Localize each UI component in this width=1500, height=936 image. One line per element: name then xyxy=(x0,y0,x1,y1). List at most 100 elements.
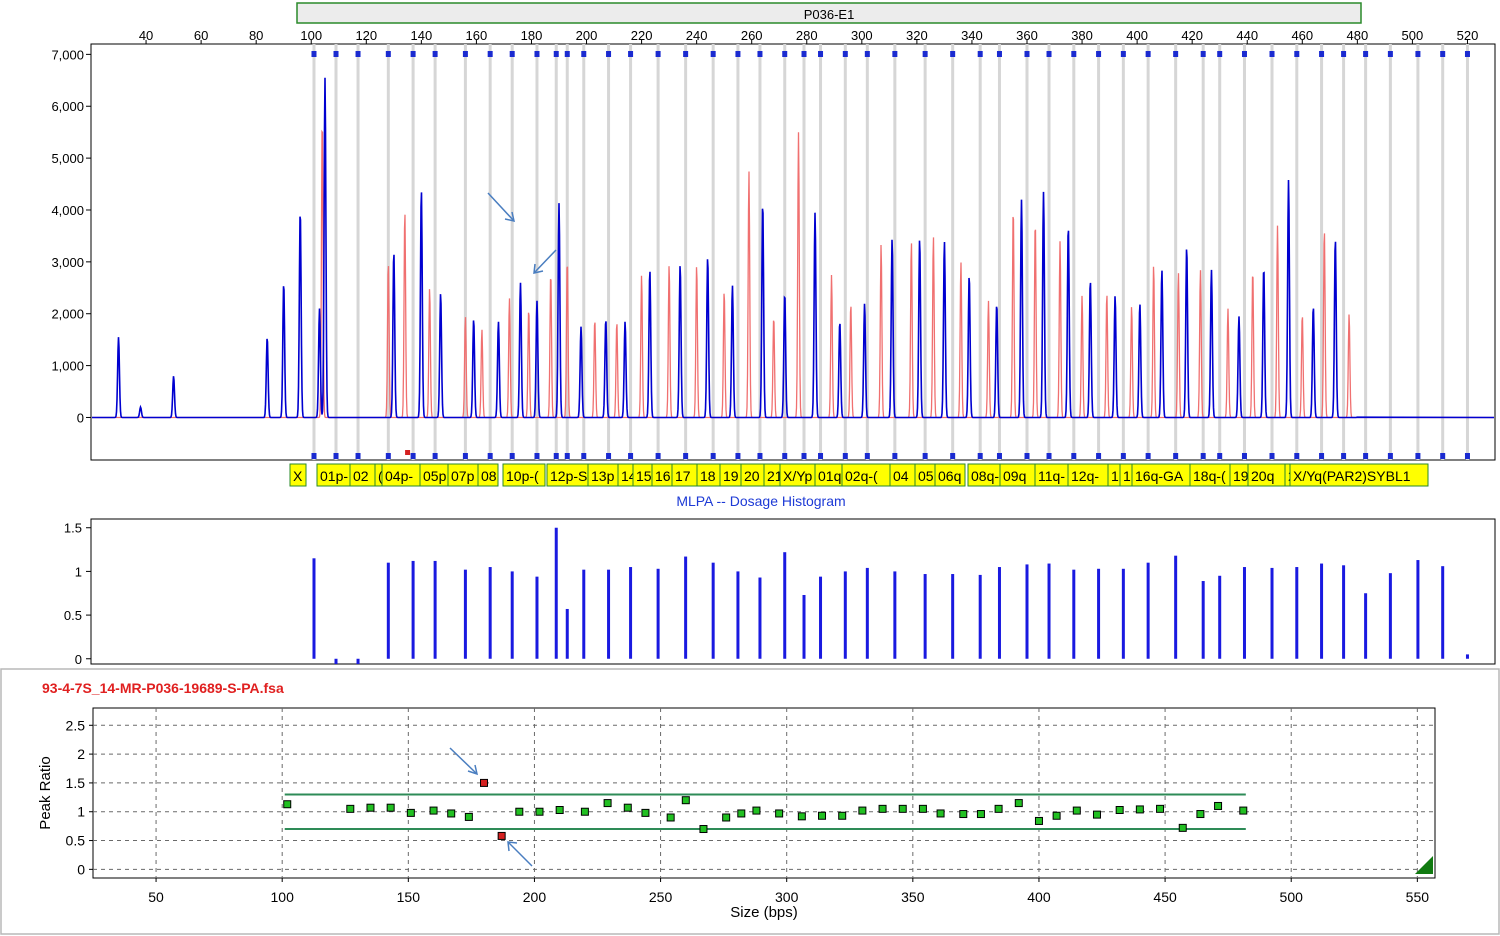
ratio-y-tick-label: 1.5 xyxy=(66,775,86,791)
probe-marker-top xyxy=(977,51,983,57)
probe-marker-bottom xyxy=(1319,453,1325,459)
dosage-bar xyxy=(736,571,740,659)
probe-marker-bottom xyxy=(564,453,570,459)
ratio-point xyxy=(603,799,612,808)
probe-marker-top xyxy=(410,51,416,57)
ratio-point xyxy=(818,811,827,820)
rfu-tick-label: 3,000 xyxy=(51,255,84,270)
probe-marker-top xyxy=(509,51,515,57)
ratio-point xyxy=(1135,805,1144,814)
ratio-plot-area[interactable] xyxy=(92,707,1436,879)
size-tick-label: 400 xyxy=(1126,28,1148,43)
probe-marker-bottom xyxy=(628,453,634,459)
probe-label: 16 xyxy=(655,468,671,484)
probe-label: 16q-GA xyxy=(1135,468,1184,484)
ratio-x-label: Size (bps) xyxy=(730,904,798,921)
dosage-bar xyxy=(582,569,586,659)
dosage-bar xyxy=(1146,562,1150,659)
probe-marker-bottom xyxy=(892,453,898,459)
probe-marker-bottom xyxy=(1241,453,1247,459)
dosage-bar xyxy=(565,608,569,659)
size-tick-label: 220 xyxy=(631,28,653,43)
dosage-bar xyxy=(463,569,467,659)
probe-marker-top xyxy=(996,51,1002,57)
dosage-bar xyxy=(893,571,897,659)
probe-label: 01q xyxy=(818,468,841,484)
size-tick-label: 180 xyxy=(521,28,543,43)
probe-label: 20 xyxy=(744,468,760,484)
probe-marker-top xyxy=(385,51,391,57)
probe-marker-top xyxy=(1415,51,1421,57)
probe-marker-top xyxy=(1241,51,1247,57)
dosage-bar xyxy=(535,576,539,659)
histogram-tick-label: 0 xyxy=(75,652,82,667)
mlpa-analysis-window: P036-E1 40 60 80 100 120 140 160 180 200 220 240 26… xyxy=(0,0,1500,936)
probe-marker-top xyxy=(864,51,870,57)
ratio-x-tick-label: 150 xyxy=(397,889,421,905)
probe-label: 18q-( xyxy=(1193,468,1226,484)
ratio-point xyxy=(681,796,690,805)
size-tick-label: 300 xyxy=(851,28,873,43)
probe-marker-top xyxy=(534,51,540,57)
probe-marker-top xyxy=(757,51,763,57)
size-tick-label: 500 xyxy=(1402,28,1424,43)
histogram-tick-label: 0.5 xyxy=(64,608,82,623)
ratio-x-tick-label: 300 xyxy=(775,889,799,905)
dosage-bar xyxy=(656,568,660,659)
probe-marker-bottom xyxy=(1387,453,1393,459)
probe-marker-top xyxy=(735,51,741,57)
histogram-tick-label: 1.5 xyxy=(64,521,82,536)
probe-marker-top xyxy=(710,51,716,57)
dosage-bar xyxy=(607,569,611,659)
dosage-bar xyxy=(488,567,492,659)
dosage-bar xyxy=(1342,565,1346,659)
dosage-bar xyxy=(1388,573,1392,659)
probe-label: 06q xyxy=(938,468,961,484)
ratio-point xyxy=(1072,806,1081,815)
dosage-bar xyxy=(865,567,869,659)
probe-marker-top xyxy=(782,51,788,57)
probe-label: 04p- xyxy=(385,468,413,484)
probe-marker-top xyxy=(606,51,612,57)
ratio-point xyxy=(1052,811,1061,820)
probe-label: X/Yp xyxy=(783,468,813,484)
probe-marker-top xyxy=(311,51,317,57)
dosage-bar xyxy=(1201,581,1205,659)
dosage-bar xyxy=(1121,568,1125,659)
probe-marker-top xyxy=(462,51,468,57)
probe-marker-bottom xyxy=(462,453,468,459)
probe-marker-bottom xyxy=(655,453,661,459)
probe-label: 18 xyxy=(700,468,716,484)
ratio-point xyxy=(752,806,761,815)
ratio-point xyxy=(447,809,456,818)
ratio-point xyxy=(555,806,564,814)
dosage-bar xyxy=(1097,568,1101,659)
ratio-point-abnormal xyxy=(479,778,488,787)
ratio-y-tick-label: 0.5 xyxy=(66,833,86,849)
dosage-bar xyxy=(1441,566,1445,659)
dosage-bar xyxy=(819,576,823,659)
ratio-point xyxy=(1092,810,1101,819)
dosage-bar xyxy=(951,574,955,659)
dosage-bar xyxy=(1174,555,1178,659)
size-tick-label: 80 xyxy=(249,28,263,43)
dosage-bar xyxy=(1072,569,1076,659)
probe-label: 12p-S xyxy=(550,468,587,484)
histogram-plot-area[interactable] xyxy=(90,518,1496,665)
ratio-y-tick-label: 2 xyxy=(77,746,85,762)
size-tick-label: 480 xyxy=(1347,28,1369,43)
dosage-bar xyxy=(783,552,787,659)
size-tick-label: 440 xyxy=(1236,28,1258,43)
probe-label: 05 xyxy=(918,468,934,484)
probe-marker-bottom xyxy=(1294,453,1300,459)
histogram-tick-label: 1 xyxy=(75,564,82,579)
probe-marker-top xyxy=(432,51,438,57)
probe-marker-bottom xyxy=(311,453,317,459)
dosage-bar xyxy=(923,574,927,659)
probe-label: 1 xyxy=(1123,468,1131,484)
size-tick-label: 60 xyxy=(194,28,208,43)
probe-marker-top xyxy=(553,51,559,57)
probe-marker-bottom xyxy=(1363,453,1369,459)
ratio-point xyxy=(1156,804,1165,813)
probe-marker-top xyxy=(564,51,570,57)
